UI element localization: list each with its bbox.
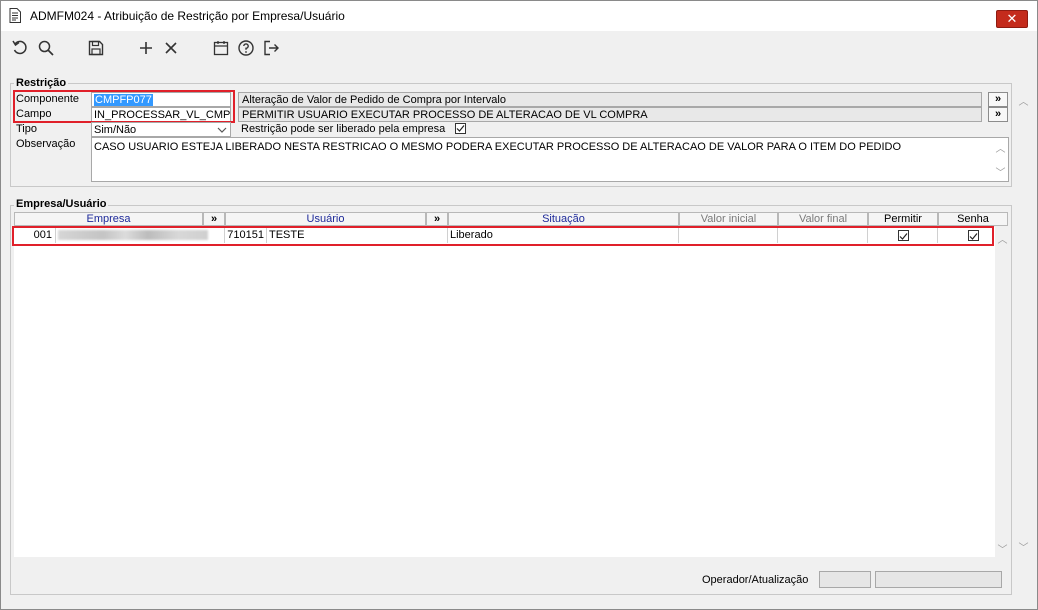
document-icon <box>9 8 21 23</box>
scroll-down-icon: ﹀ <box>1018 543 1029 554</box>
empresa-usuario-group-label: Empresa/Usuário <box>14 198 109 210</box>
window-title: ADMFM024 - Atribuição de Restrição por E… <box>30 9 345 23</box>
search-button[interactable] <box>35 38 57 58</box>
observacao-label: Observação <box>16 138 76 150</box>
componente-description: Alteração de Valor de Pedido de Compra p… <box>238 92 982 107</box>
column-empresa[interactable]: Empresa <box>14 212 203 226</box>
usuario-more-button[interactable]: » <box>426 212 448 226</box>
observacao-textarea[interactable]: CASO USUARIO ESTEJA LIBERADO NESTA RESTR… <box>91 137 1009 182</box>
scroll-down-icon: ﹀ <box>995 168 1006 179</box>
save-button[interactable] <box>85 38 107 58</box>
liberado-label: Restrição pode ser liberado pela empresa <box>241 123 446 135</box>
componente-more-button[interactable]: » <box>988 92 1008 107</box>
help-icon <box>238 40 254 56</box>
campo-description: PERMITIR USUARIO EXECUTAR PROCESSO DE AL… <box>238 107 982 122</box>
undo-button[interactable] <box>9 38 31 58</box>
close-button[interactable]: ✕ <box>996 10 1028 28</box>
row-highlight <box>12 226 994 246</box>
search-icon <box>38 40 54 56</box>
scroll-down-icon: ﹀ <box>997 545 1008 556</box>
window-scrollbar[interactable]: ︿ ﹀ <box>1016 93 1030 554</box>
save-icon <box>88 40 104 56</box>
grid-scrollbar[interactable]: ︿ ﹀ <box>995 227 1010 557</box>
undo-icon <box>12 40 27 55</box>
column-senha[interactable]: Senha <box>938 212 1008 226</box>
grid-body <box>14 227 995 557</box>
exit-icon <box>264 40 279 56</box>
column-valor-inicial[interactable]: Valor inicial <box>679 212 778 226</box>
tipo-label: Tipo <box>16 123 37 135</box>
column-usuario[interactable]: Usuário <box>225 212 426 226</box>
add-button[interactable] <box>135 38 157 58</box>
calendar-icon <box>213 41 229 56</box>
liberado-checkbox[interactable] <box>455 123 466 134</box>
scroll-up-icon: ︿ <box>995 144 1006 155</box>
operador-label: Operador/Atualização <box>702 574 809 586</box>
add-icon <box>140 42 152 54</box>
column-valor-final[interactable]: Valor final <box>778 212 868 226</box>
delete-button[interactable] <box>160 38 182 58</box>
delete-icon <box>165 42 177 54</box>
chevron-down-icon <box>217 127 227 133</box>
column-permitir[interactable]: Permitir <box>868 212 938 226</box>
help-button[interactable] <box>235 38 257 58</box>
scroll-up-icon: ︿ <box>1018 97 1029 108</box>
tipo-value: Sim/Não <box>94 124 137 136</box>
operador-field <box>819 571 871 588</box>
column-situacao[interactable]: Situação <box>448 212 679 226</box>
observacao-text: CASO USUARIO ESTEJA LIBERADO NESTA RESTR… <box>94 141 902 153</box>
calendar-button[interactable] <box>210 38 232 58</box>
scroll-up-icon: ︿ <box>997 235 1008 246</box>
componente-campo-highlight <box>13 90 235 123</box>
restricao-group-label: Restrição <box>14 77 69 89</box>
campo-more-button[interactable]: » <box>988 107 1008 122</box>
atualizacao-field <box>875 571 1002 588</box>
tipo-select[interactable]: Sim/Não <box>91 122 231 137</box>
observacao-scrollbar[interactable]: ︿ ﹀ <box>993 138 1008 181</box>
checkmark-icon <box>456 125 465 132</box>
exit-button[interactable] <box>260 38 282 58</box>
empresa-more-button[interactable]: » <box>203 212 225 226</box>
